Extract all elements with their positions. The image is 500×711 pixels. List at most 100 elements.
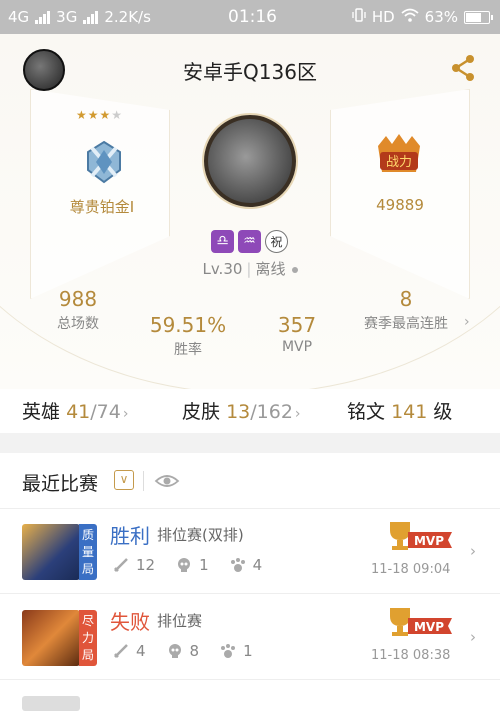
match-mode: 排位赛(双排) bbox=[157, 526, 244, 544]
runes-link[interactable]: 铭文 141 级 bbox=[347, 397, 452, 424]
chevron-right-icon: › bbox=[122, 406, 129, 422]
hero-portrait bbox=[22, 524, 80, 580]
kda-row: 4 8 1 bbox=[112, 642, 267, 660]
match-result: 胜利 bbox=[110, 524, 150, 548]
match-time: 11-18 08:38 bbox=[371, 648, 451, 663]
header-separator bbox=[143, 471, 144, 491]
rune-level-unit: 级 bbox=[433, 401, 453, 423]
win-streak-value: 8 bbox=[399, 287, 413, 311]
level-separator: | bbox=[246, 260, 252, 278]
eye-icon[interactable] bbox=[154, 471, 180, 491]
match-row-partial[interactable] bbox=[0, 682, 500, 711]
chevron-right-icon: › bbox=[294, 406, 301, 422]
combat-power-value: 49889 bbox=[376, 196, 424, 214]
player-avatar[interactable] bbox=[204, 115, 296, 207]
network-speed: 2.2K/s bbox=[104, 8, 151, 26]
match-mode: 排位赛 bbox=[157, 612, 203, 630]
empty-star: ★ bbox=[111, 108, 124, 122]
mvp-trophy-icon: MVP bbox=[386, 518, 454, 554]
share-icon[interactable] bbox=[450, 54, 476, 82]
win-rate-label: 胜率 bbox=[174, 342, 202, 358]
rune-level-value: 141 bbox=[391, 401, 428, 423]
status-dot-icon bbox=[291, 266, 298, 273]
network-type-2: 3G bbox=[56, 8, 78, 26]
player-level: Lv.30 bbox=[202, 260, 243, 278]
heroes-link[interactable]: 英雄 41/74 › bbox=[22, 397, 128, 424]
match-row[interactable]: 尽力局 失败 排位赛 4 8 1 MVP 11-18 08:38 › bbox=[0, 596, 500, 680]
filled-stars: ★★★ bbox=[76, 108, 112, 122]
hero-portrait bbox=[22, 610, 80, 666]
mvp-text: MVP bbox=[414, 534, 444, 548]
clock: 01:16 bbox=[228, 7, 277, 27]
rank-stars: ★★★★ bbox=[76, 108, 123, 122]
sword-icon bbox=[114, 644, 128, 658]
recent-matches-title: 最近比赛 bbox=[22, 473, 99, 495]
online-status: 离线 bbox=[255, 260, 286, 278]
quality-tag: 质量局 bbox=[79, 524, 97, 580]
filter-dropdown-icon[interactable]: ∨ bbox=[114, 470, 134, 490]
kills-count: 4 bbox=[136, 642, 146, 660]
vibrate-icon bbox=[352, 8, 366, 26]
heroes-label: 英雄 bbox=[22, 401, 61, 423]
status-right: HD 63% bbox=[352, 8, 493, 26]
runes-label: 铭文 bbox=[347, 401, 386, 423]
win-streak-label: 赛季最高连胜 bbox=[364, 316, 448, 332]
total-games-label: 总场数 bbox=[57, 316, 99, 332]
chevron-right-icon: › bbox=[470, 628, 476, 646]
stat-win-streak[interactable]: 8 赛季最高连胜 bbox=[352, 287, 460, 333]
kda-row: 12 1 4 bbox=[112, 556, 276, 574]
effort-tag: 尽力局 bbox=[79, 610, 97, 666]
skins-total: /162 bbox=[250, 401, 293, 423]
page-title: 安卓手Q136区 bbox=[183, 60, 317, 84]
badge-row: ♎ ♒ 祝 bbox=[211, 230, 288, 253]
collection-row: 英雄 41/74 › 皮肤 13/162 › 铭文 141 级 bbox=[0, 389, 500, 431]
assists-count: 4 bbox=[252, 556, 263, 574]
kills-count: 12 bbox=[136, 556, 156, 574]
skull-icon bbox=[168, 644, 181, 658]
signal-icon bbox=[35, 10, 51, 24]
deaths-count: 1 bbox=[199, 556, 209, 574]
paw-icon bbox=[230, 558, 245, 572]
blessing-badge-icon[interactable]: 祝 bbox=[265, 230, 288, 253]
chevron-right-icon: › bbox=[470, 542, 476, 560]
mvp-value: 357 bbox=[277, 313, 317, 337]
skins-link[interactable]: 皮肤 13/162 › bbox=[182, 397, 301, 424]
rank-name: 尊贵铂金I bbox=[69, 198, 135, 216]
aquarius-badge-icon[interactable]: ♒ bbox=[238, 230, 261, 253]
stat-mvp: 357 MVP bbox=[262, 313, 332, 355]
hero-portrait bbox=[22, 696, 80, 711]
mvp-label: MVP bbox=[281, 339, 313, 355]
signal-icon-2 bbox=[83, 10, 99, 24]
chevron-right-icon[interactable]: › bbox=[464, 314, 470, 330]
section-divider bbox=[0, 433, 500, 453]
combat-power-icon[interactable]: 战力 bbox=[372, 132, 426, 182]
mvp-text: MVP bbox=[414, 620, 444, 634]
battery-icon bbox=[464, 10, 493, 24]
network-type-1: 4G bbox=[8, 8, 30, 26]
skins-owned: 13 bbox=[226, 401, 251, 423]
paw-icon bbox=[221, 644, 236, 658]
stat-win-rate: 59.51% 胜率 bbox=[140, 313, 236, 359]
libra-badge-icon[interactable]: ♎ bbox=[211, 230, 234, 253]
match-row[interactable]: 质量局 胜利 排位赛(双排) 12 1 4 MVP 11-18 09:04 › bbox=[0, 510, 500, 594]
total-games-value: 988 bbox=[58, 287, 98, 311]
svg-text:战力: 战力 bbox=[386, 155, 412, 170]
wifi-icon bbox=[401, 8, 419, 26]
win-rate-value: 59.51% bbox=[149, 313, 227, 337]
mvp-trophy-icon: MVP bbox=[386, 604, 454, 640]
platinum-rank-icon[interactable] bbox=[82, 140, 126, 184]
deaths-count: 8 bbox=[189, 642, 200, 660]
sword-icon bbox=[114, 558, 128, 572]
hd-label: HD bbox=[371, 8, 395, 26]
status-left: 4G 3G 2.2K/s bbox=[8, 8, 151, 26]
level-status: Lv.30 | 离线 bbox=[0, 258, 500, 279]
stat-total-games: 988 总场数 bbox=[40, 287, 116, 333]
match-time: 11-18 09:04 bbox=[371, 562, 451, 577]
assists-count: 1 bbox=[243, 642, 253, 660]
status-bar: 4G 3G 2.2K/s 01:16 HD 63% bbox=[0, 0, 500, 34]
battery-percent: 63% bbox=[424, 8, 458, 26]
skins-label: 皮肤 bbox=[182, 401, 221, 423]
heroes-total: /74 bbox=[90, 401, 121, 423]
skull-icon bbox=[178, 558, 191, 572]
recent-matches-header: 最近比赛 ∨ bbox=[0, 453, 500, 509]
